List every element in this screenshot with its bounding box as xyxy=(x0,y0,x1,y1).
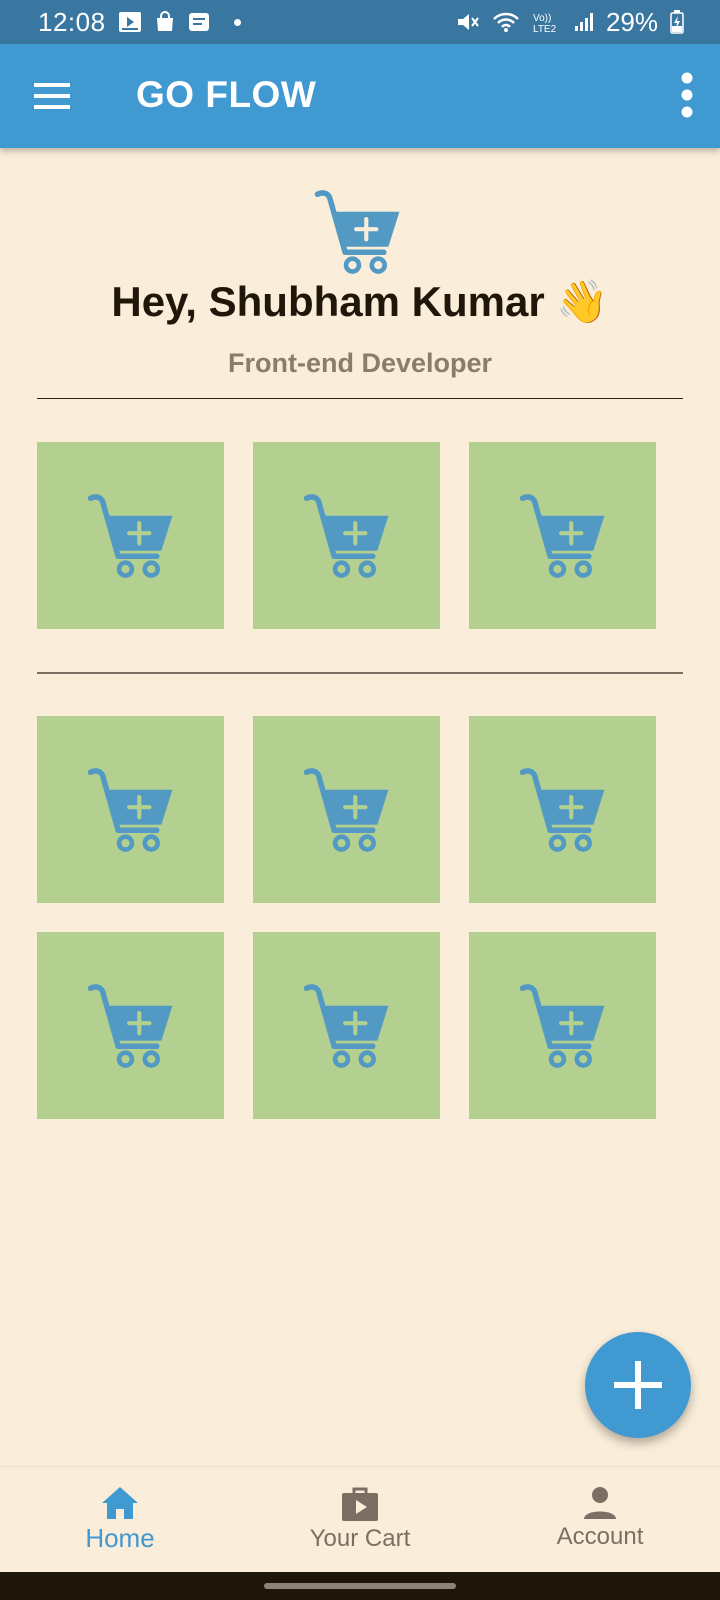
product-tile[interactable] xyxy=(37,716,224,903)
add-to-cart-icon xyxy=(85,764,177,856)
more-vert-icon[interactable] xyxy=(672,70,702,120)
status-left: 12:08 xyxy=(38,7,241,38)
add-to-cart-icon xyxy=(85,490,177,582)
nav-item-home[interactable]: Home xyxy=(0,1467,240,1572)
add-to-cart-icon xyxy=(301,764,393,856)
battery-percentage: 29% xyxy=(605,6,658,37)
svg-text:LTE2: LTE2 xyxy=(533,24,557,33)
nav-label-account: Account xyxy=(556,1523,644,1550)
nav-label-home: Home xyxy=(85,1523,155,1553)
screen-record-icon xyxy=(118,11,142,33)
nav-item-account[interactable]: Account xyxy=(480,1467,720,1572)
wifi-icon xyxy=(492,11,520,33)
add-to-cart-icon xyxy=(310,186,406,278)
shopping-bag-icon xyxy=(154,11,176,33)
product-tile[interactable] xyxy=(253,932,440,1119)
add-fab-button[interactable] xyxy=(585,1332,691,1438)
status-time: 12:08 xyxy=(38,6,106,37)
cart-bag-icon xyxy=(342,1487,378,1521)
product-tile[interactable] xyxy=(469,716,656,903)
hamburger-menu-icon[interactable] xyxy=(34,80,70,112)
product-tile[interactable] xyxy=(37,932,224,1119)
add-to-cart-icon xyxy=(85,980,177,1072)
user-role-subtitle: Front-end Developer xyxy=(227,348,493,378)
status-bar: 12:08 Vo)) LTE2 29% xyxy=(0,0,720,44)
divider xyxy=(37,672,683,674)
bottom-navigation: Home Your Cart Account xyxy=(0,1466,720,1572)
app-title: GO FLOW xyxy=(136,74,317,115)
home-indicator[interactable] xyxy=(264,1583,456,1589)
svg-text:Vo)): Vo)) xyxy=(533,13,551,24)
message-icon xyxy=(188,12,210,32)
product-tile[interactable] xyxy=(37,442,224,629)
product-tile[interactable] xyxy=(469,442,656,629)
status-right: Vo)) LTE2 29% xyxy=(456,7,684,38)
add-to-cart-icon xyxy=(301,980,393,1072)
product-tile[interactable] xyxy=(469,932,656,1119)
add-to-cart-icon xyxy=(517,764,609,856)
product-tile[interactable] xyxy=(253,716,440,903)
divider xyxy=(37,398,683,399)
add-to-cart-icon xyxy=(517,490,609,582)
add-to-cart-icon xyxy=(301,490,393,582)
home-icon xyxy=(102,1487,138,1519)
plus-icon xyxy=(614,1361,662,1409)
volte-icon: Vo)) LTE2 xyxy=(532,11,562,33)
mute-icon xyxy=(456,11,480,33)
nav-label-your-cart: Your Cart xyxy=(309,1525,411,1552)
greeting-title: Hey, Shubham Kumar 👋 xyxy=(111,278,609,325)
person-icon xyxy=(584,1487,616,1519)
product-tile[interactable] xyxy=(253,442,440,629)
app-bar: GO FLOW xyxy=(0,44,720,148)
add-to-cart-icon xyxy=(517,980,609,1072)
system-navigation-bar xyxy=(0,1572,720,1600)
nav-item-your-cart[interactable]: Your Cart xyxy=(240,1467,480,1572)
signal-icon xyxy=(574,12,594,32)
battery-charging-icon xyxy=(670,10,684,34)
dot-icon xyxy=(233,18,241,26)
